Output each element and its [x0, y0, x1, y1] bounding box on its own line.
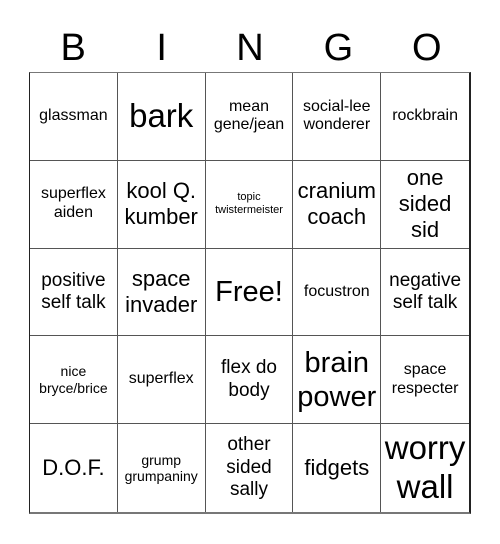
bingo-cell[interactable]: mean gene/jean — [205, 73, 294, 161]
header-letter-g: G — [323, 27, 354, 69]
bingo-cell[interactable]: bark — [117, 73, 206, 161]
bingo-cell[interactable]: superflex — [117, 336, 206, 425]
bingo-cell[interactable]: brain power — [293, 336, 382, 425]
bingo-cell[interactable]: space invader — [117, 248, 206, 337]
header-letter-o: O — [412, 27, 442, 69]
bingo-cell[interactable]: cranium coach — [293, 160, 382, 249]
bingo-cell[interactable]: flex do body — [205, 336, 294, 425]
bingo-cell[interactable]: Free! — [205, 248, 294, 337]
bingo-header: B I N G O — [29, 24, 471, 72]
bingo-cell[interactable]: social-lee wonderer — [293, 73, 382, 161]
bingo-cell[interactable]: superflex aiden — [30, 160, 118, 249]
bingo-cell[interactable]: glassman — [30, 73, 118, 161]
bingo-cell[interactable]: nice bryce/brice — [30, 336, 118, 425]
bingo-cell[interactable]: fidgets — [293, 424, 382, 512]
bingo-cell[interactable]: other sided sally — [206, 424, 294, 512]
bingo-grid: glassman bark mean gene/jean social-lee won… — [29, 72, 471, 514]
header-letter-i: I — [156, 27, 167, 69]
bingo-cell[interactable]: positive self talk — [30, 248, 118, 337]
bingo-cell[interactable]: rockbrain — [381, 73, 469, 161]
bingo-cell[interactable]: focustron — [293, 248, 382, 337]
bingo-cell[interactable]: D.O.F. — [30, 424, 118, 512]
header-letter-b: B — [60, 27, 86, 69]
bingo-cell[interactable]: kool Q. kumber — [117, 160, 206, 249]
bingo-cell[interactable]: negative self talk — [381, 249, 469, 337]
bingo-cell[interactable]: grump grumpaniny — [118, 424, 206, 512]
header-letter-n: N — [236, 27, 264, 69]
bingo-cell[interactable]: worry wall — [381, 424, 469, 512]
bingo-cell[interactable]: topic twistermeister — [205, 160, 294, 249]
bingo-cell[interactable]: one sided sid — [381, 161, 469, 249]
bingo-cell[interactable]: space respecter — [381, 336, 469, 425]
